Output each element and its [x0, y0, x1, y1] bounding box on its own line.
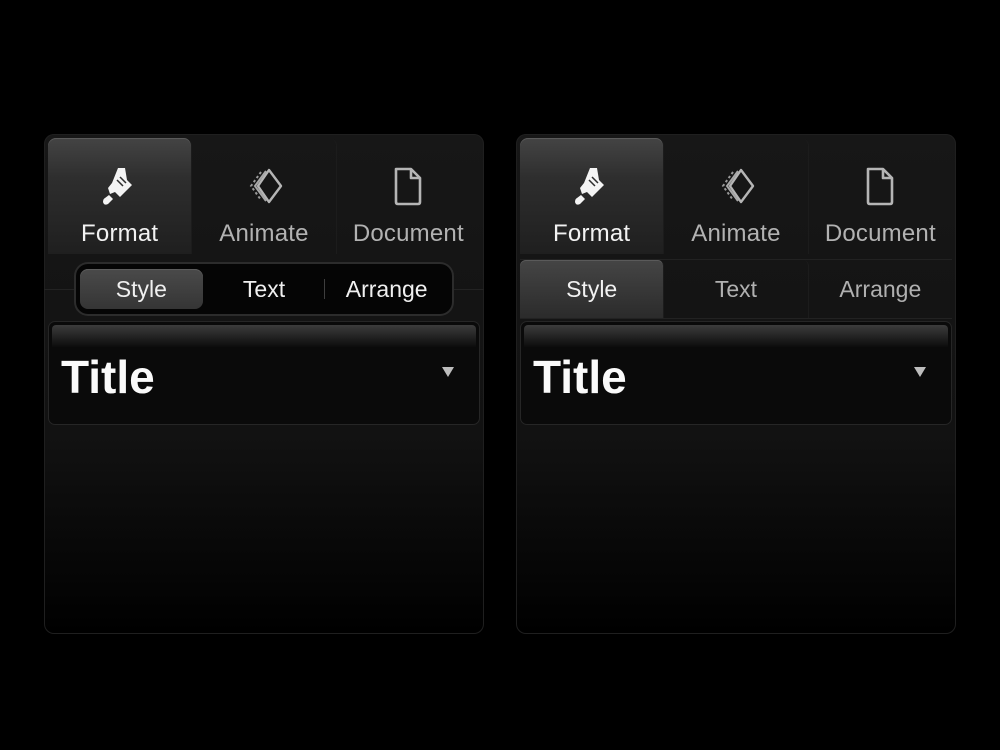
tab-format[interactable]: Format — [520, 138, 665, 254]
paintbrush-icon — [574, 168, 604, 205]
subtab-style[interactable]: Style — [520, 260, 665, 318]
paragraph-style-value: Title — [533, 351, 627, 403]
segment-style[interactable]: Style — [80, 269, 203, 309]
tab-format-label: Format — [553, 220, 631, 247]
tab-document-label: Document — [824, 220, 936, 247]
inspector-panel-segmented: Format Animate Document Style Text Arran… — [44, 134, 484, 634]
paragraph-style-dropdown[interactable]: Title — [521, 322, 951, 424]
inspector-tab-bar: Format Animate Document — [520, 138, 952, 254]
segment-text[interactable]: Text — [203, 269, 326, 309]
triangle-down-icon — [442, 367, 454, 377]
tab-format[interactable]: Format — [48, 138, 193, 254]
subtab-arrange[interactable]: Arrange — [809, 260, 952, 318]
tab-animate-label: Animate — [691, 220, 781, 247]
tab-document[interactable]: Document — [337, 138, 480, 254]
tab-format-label: Format — [81, 220, 159, 247]
tab-animate-label: Animate — [219, 220, 309, 247]
tab-animate[interactable]: Animate — [192, 138, 337, 254]
dropdown-header-bar — [524, 325, 948, 347]
dropdown-header-bar — [52, 325, 476, 347]
segment-arrange[interactable]: Arrange — [324, 269, 448, 309]
paintbrush-icon — [102, 168, 132, 205]
document-icon — [867, 167, 894, 206]
segmented-control: Style Text Arrange — [76, 264, 452, 314]
animate-diamond-icon — [721, 168, 755, 204]
subtab-text[interactable]: Text — [664, 260, 809, 318]
document-icon — [395, 167, 422, 206]
sub-tab-bar: Style Text Arrange — [520, 259, 952, 319]
inspector-tab-bar: Format Animate Document — [48, 138, 480, 254]
tab-document-label: Document — [352, 220, 464, 247]
paragraph-style-value: Title — [61, 351, 155, 403]
paragraph-style-dropdown[interactable]: Title — [49, 322, 479, 424]
inspector-panel-tabbed: Format Animate Document Style Text Arran… — [516, 134, 956, 634]
tab-document[interactable]: Document — [809, 138, 952, 254]
tab-animate[interactable]: Animate — [664, 138, 809, 254]
animate-diamond-icon — [249, 168, 283, 204]
triangle-down-icon — [914, 367, 926, 377]
